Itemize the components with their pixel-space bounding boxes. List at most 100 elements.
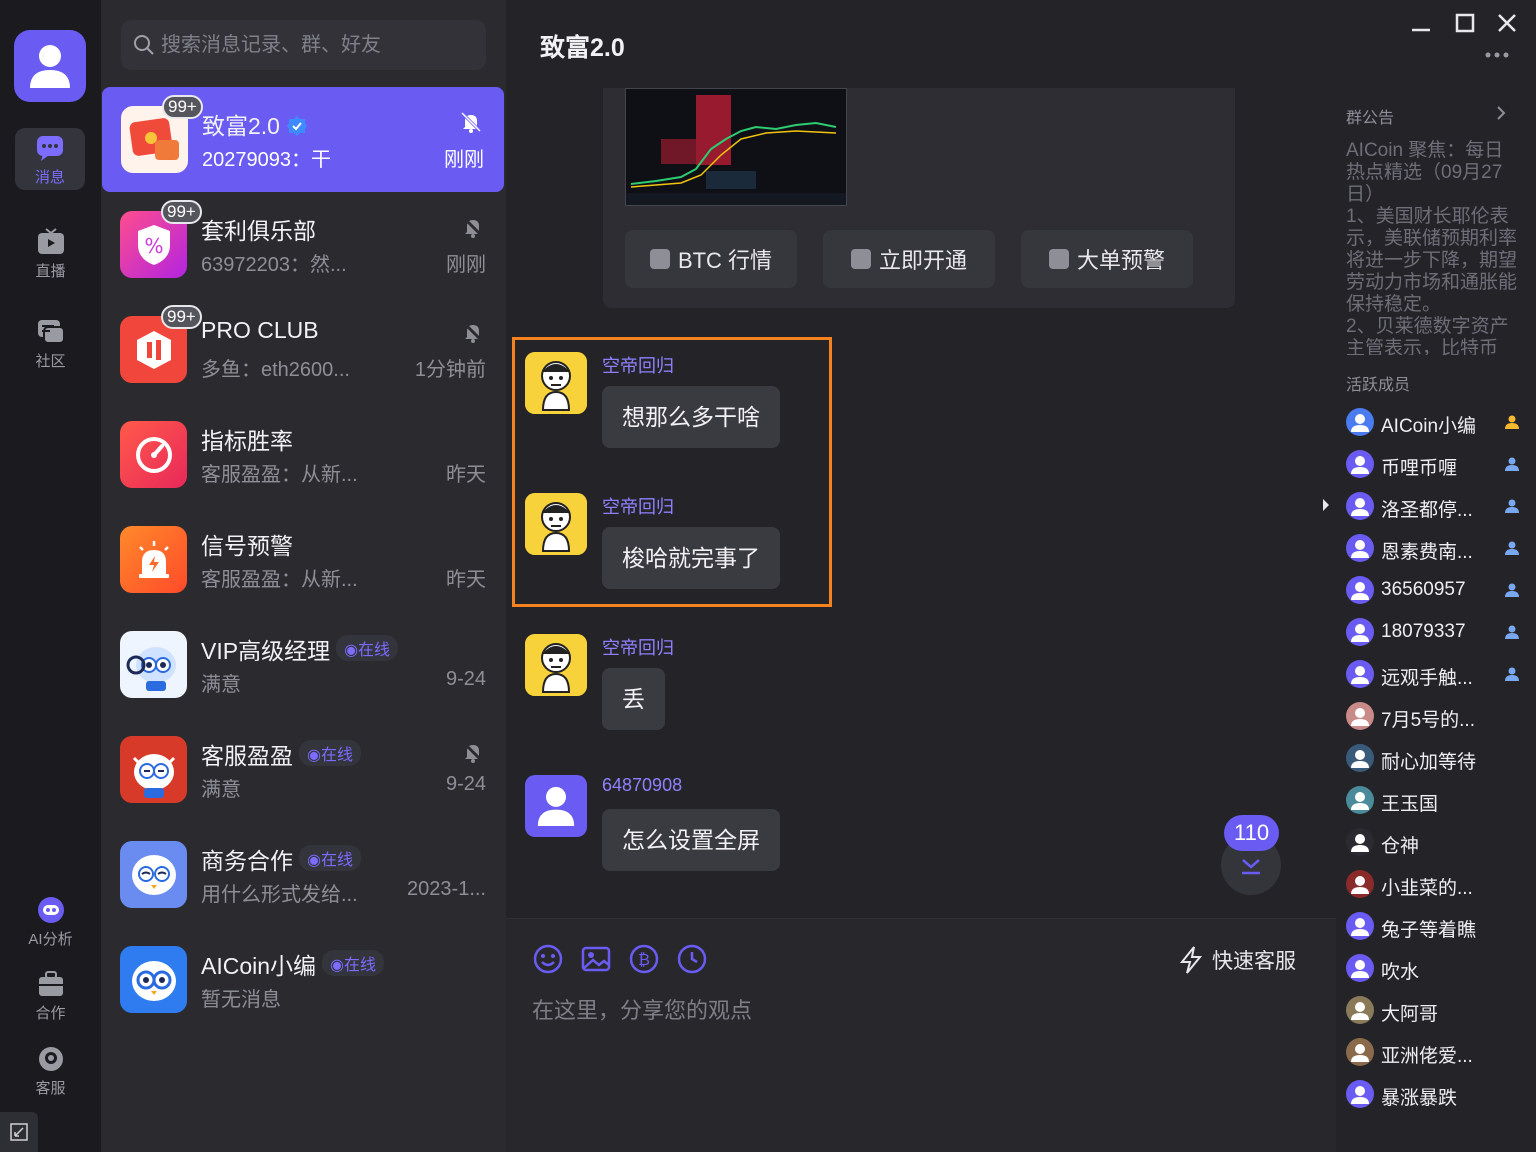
- group-notice-header[interactable]: 群公告: [1346, 104, 1506, 128]
- large-order-alert-label: 大单预警: [1076, 248, 1165, 273]
- chart-thumbnail[interactable]: [625, 88, 847, 206]
- tv-icon: [37, 228, 64, 254]
- member-role-icon: [1505, 583, 1519, 597]
- conversation-avatar: [120, 946, 187, 1013]
- group-info-sidebar: 群公告 AICoin 聚焦：每日热点精选（09月27日） 1、美国财长耶伦表示，…: [1323, 0, 1536, 1152]
- online-status-badge: ◉在线: [322, 950, 385, 976]
- conversation-name: PRO CLUB: [201, 317, 319, 343]
- chat-panel: 致富2.0 BTC 行情 立即开通 大单预警 空帝回归 想那么多干啥 空帝回归 …: [506, 0, 1336, 1152]
- resize-handle[interactable]: [0, 1112, 38, 1152]
- conversation-preview: 20279093：干: [202, 149, 331, 171]
- conversation-name: VIP高级经理 ◉在线: [201, 632, 399, 666]
- member-name: 币哩币喱: [1381, 458, 1458, 479]
- quick-service-button[interactable]: 快速客服: [1178, 945, 1296, 975]
- conversation-name-text: AICoin小编: [201, 953, 317, 979]
- conversation-avatar: [120, 736, 187, 803]
- member-item[interactable]: 币哩币喱: [1346, 450, 1526, 480]
- sender-name[interactable]: 空帝回归: [602, 352, 674, 378]
- image-icon[interactable]: [580, 943, 612, 975]
- member-item[interactable]: 小韭菜的...: [1346, 870, 1526, 900]
- message-composer: ₿ 快速客服: [506, 918, 1336, 1152]
- member-item[interactable]: 王玉国: [1346, 786, 1526, 816]
- member-avatar: [1346, 1080, 1374, 1108]
- rail-live[interactable]: 直播: [0, 228, 101, 281]
- sender-avatar[interactable]: [525, 493, 587, 555]
- member-item[interactable]: 恩素费南...: [1346, 534, 1526, 564]
- member-item[interactable]: 大阿哥: [1346, 996, 1526, 1026]
- sender-avatar[interactable]: [525, 634, 587, 696]
- unread-badge: 99+: [161, 305, 202, 329]
- rail-ai-analysis[interactable]: AI分析: [0, 896, 101, 949]
- member-item[interactable]: 吹水: [1346, 954, 1526, 984]
- maximize-icon[interactable]: [1450, 8, 1480, 38]
- rail-community[interactable]: 社区: [0, 318, 101, 371]
- large-order-alert-button[interactable]: 大单预警: [1021, 230, 1193, 288]
- member-item[interactable]: 亚洲佬爱...: [1346, 1038, 1526, 1068]
- activate-now-button[interactable]: 立即开通: [823, 230, 995, 288]
- btc-market-button[interactable]: BTC 行情: [625, 230, 797, 288]
- more-icon[interactable]: [1482, 40, 1512, 70]
- candlestick-chart-image: [626, 89, 846, 205]
- member-item[interactable]: 暴涨暴跌: [1346, 1080, 1526, 1110]
- quick-service-label: 快速客服: [1212, 950, 1296, 973]
- conversation-item-indicator-winrate[interactable]: 指标胜率 客服盈盈：从新... 昨天: [101, 402, 506, 507]
- conversation-avatar: [120, 841, 187, 908]
- search-input[interactable]: [161, 33, 461, 57]
- sender-name[interactable]: 空帝回归: [602, 634, 674, 660]
- group-notice-text[interactable]: AICoin 聚焦：每日热点精选（09月27日） 1、美国财长耶伦表示，美联储预…: [1346, 140, 1522, 355]
- bitcoin-icon[interactable]: ₿: [628, 943, 660, 975]
- user-icon: [1351, 456, 1369, 474]
- conversation-item-signal-alert[interactable]: 信号预警 客服盈盈：从新... 昨天: [101, 507, 506, 612]
- user-icon: [1351, 876, 1369, 894]
- sender-name[interactable]: 64870908: [602, 775, 682, 796]
- rail-support[interactable]: 客服: [0, 1045, 101, 1098]
- minimize-icon[interactable]: [1406, 8, 1436, 38]
- percent-shield-icon: %: [137, 224, 170, 265]
- candlestick-hexagon-icon: [136, 330, 171, 369]
- conversation-time: 昨天: [446, 464, 486, 486]
- member-avatar: [1346, 450, 1374, 478]
- user-icon: [1351, 1044, 1369, 1062]
- sender-name[interactable]: 空帝回归: [602, 493, 674, 519]
- shared-chart-card[interactable]: BTC 行情 立即开通 大单预警: [603, 88, 1235, 308]
- conversation-item-pro-club[interactable]: 99+ PRO CLUB 多鱼：eth2600... 1分钟前: [101, 297, 506, 402]
- member-item[interactable]: AICoin小编: [1346, 408, 1526, 438]
- conversation-item-business[interactable]: 商务合作 ◉在线 用什么形式发给... 2023-1...: [101, 822, 506, 927]
- unread-badge: 99+: [162, 95, 203, 119]
- conversation-item-arbitrage[interactable]: % 99+ 套利俱乐部 63972203：然... 刚刚: [101, 192, 506, 297]
- member-avatar: [1346, 408, 1374, 436]
- unread-count-badge[interactable]: 110: [1224, 815, 1280, 851]
- member-name: 小韭菜的...: [1381, 878, 1473, 899]
- search-box[interactable]: [121, 20, 486, 70]
- member-name: 吹水: [1381, 962, 1420, 983]
- conversation-time: 1分钟前: [414, 359, 486, 381]
- lightning-icon: [1179, 946, 1203, 974]
- rail-messages-label: 消息: [34, 169, 65, 186]
- member-avatar: [1346, 744, 1374, 772]
- member-item[interactable]: 18079337: [1346, 618, 1526, 648]
- sender-avatar[interactable]: [525, 775, 587, 837]
- conversation-item-zhifu[interactable]: 99+ 致富2.0 20279093：干 刚刚: [102, 87, 504, 192]
- member-item[interactable]: 仓神: [1346, 828, 1526, 858]
- message-input[interactable]: [532, 991, 1292, 1031]
- my-avatar[interactable]: [14, 30, 86, 102]
- member-item[interactable]: 兔子等着瞧: [1346, 912, 1526, 942]
- clock-icon[interactable]: [676, 943, 708, 975]
- member-item[interactable]: 36560957: [1346, 576, 1526, 606]
- close-icon[interactable]: [1492, 8, 1522, 38]
- member-item[interactable]: 远观手触...: [1346, 660, 1526, 690]
- emoji-icon[interactable]: [532, 943, 564, 975]
- member-item[interactable]: 7月5号的...: [1346, 702, 1526, 732]
- member-item[interactable]: 洛圣都停...: [1346, 492, 1526, 522]
- conversation-item-vip-manager[interactable]: VIP高级经理 ◉在线 满意 9-24: [101, 612, 506, 717]
- rail-cooperation[interactable]: 合作: [0, 970, 101, 1023]
- sender-avatar[interactable]: [525, 352, 587, 414]
- rail-ai-analysis-label: AI分析: [28, 931, 73, 948]
- conversation-item-aicoin-editor[interactable]: AICoin小编 ◉在线 暂无消息: [101, 927, 506, 1032]
- conversation-item-service-yingying[interactable]: 客服盈盈 ◉在线 满意 9-24: [101, 717, 506, 822]
- member-item[interactable]: 耐心加等待: [1346, 744, 1526, 774]
- rail-messages[interactable]: 消息: [15, 128, 85, 190]
- conversation-name: 商务合作 ◉在线: [201, 842, 361, 876]
- sidebar-collapse-toggle[interactable]: [1316, 490, 1336, 520]
- conversation-list: 99+ 致富2.0 20279093：干 刚刚 % 99+ 套利俱乐部 6397…: [101, 0, 506, 1152]
